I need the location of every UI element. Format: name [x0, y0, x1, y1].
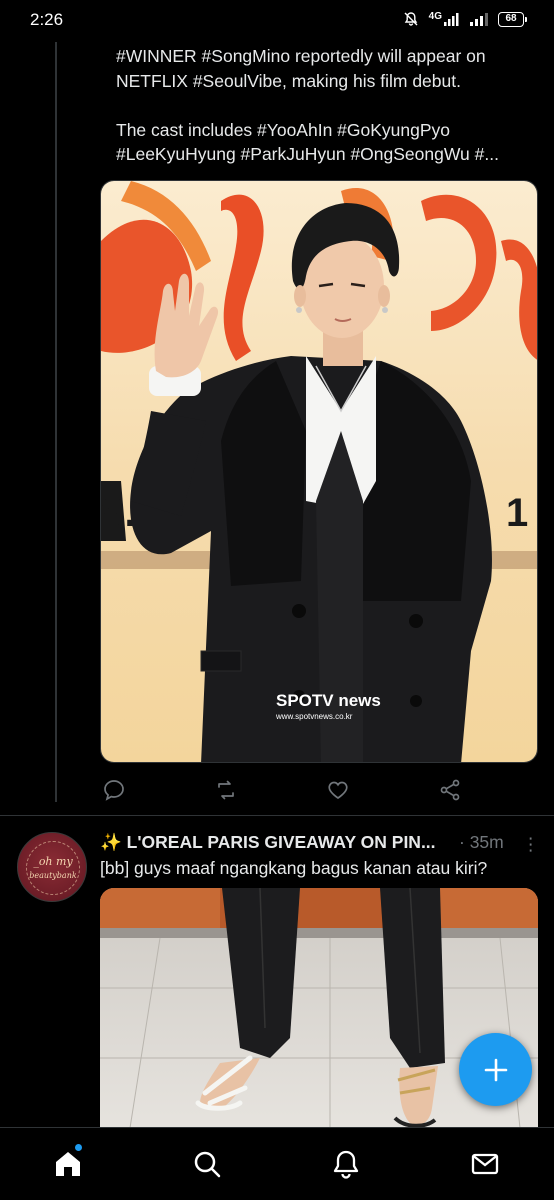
- status-time: 2:26: [30, 10, 64, 29]
- signal-icon-2: [470, 13, 488, 26]
- tweet-divider: [0, 815, 554, 816]
- network-type: 4G: [428, 11, 442, 22]
- search-icon[interactable]: [191, 1148, 223, 1180]
- reply-icon[interactable]: [102, 778, 126, 802]
- status-bar: 2:26 4G 68: [0, 0, 554, 42]
- thread-line: [55, 42, 57, 802]
- battery-icon: 68: [498, 11, 527, 27]
- svg-text:1: 1: [506, 491, 528, 535]
- watermark-url: www.spotvnews.co.kr: [275, 712, 353, 721]
- tweet-text[interactable]: #WINNER #SongMino reportedly will appear…: [116, 44, 536, 167]
- author-name[interactable]: ✨ L'OREAL PARIS GIVEAWAY ON PIN...: [100, 832, 436, 853]
- signal-icon: [444, 13, 459, 26]
- home-icon[interactable]: [52, 1148, 84, 1180]
- bottom-nav: [0, 1127, 554, 1200]
- tweet-text-2[interactable]: [bb] guys maaf ngangkang bagus kanan ata…: [100, 858, 487, 879]
- watermark-brand: SPOTV news: [276, 691, 381, 710]
- retweet-icon[interactable]: [214, 778, 238, 802]
- tweet-media-image[interactable]: 9. 1 SPOTV news www.spotvnews.co.kr: [100, 180, 538, 763]
- tweet-timestamp[interactable]: · 35m: [459, 832, 504, 853]
- more-options-icon[interactable]: ⋮: [522, 834, 540, 855]
- share-icon[interactable]: [438, 778, 462, 802]
- sparkles-emoji: ✨: [100, 832, 122, 852]
- tweet-actions: [102, 778, 462, 802]
- home-new-indicator: [75, 1144, 82, 1151]
- avatar-logo-line2: beautybank: [29, 871, 77, 880]
- messages-icon[interactable]: [469, 1148, 501, 1180]
- compose-button[interactable]: [459, 1033, 532, 1106]
- status-icons: 4G 68: [403, 11, 527, 27]
- avatar[interactable]: _oh my beautybank: [17, 832, 87, 902]
- tweet-header: ✨ L'OREAL PARIS GIVEAWAY ON PIN... · 35m…: [100, 832, 540, 856]
- avatar-logo-line1: _oh my: [33, 855, 73, 868]
- like-icon[interactable]: [326, 778, 350, 802]
- mute-bell-icon: [404, 12, 418, 26]
- avatar-ring: [26, 841, 80, 895]
- compose-plus-icon: [484, 1058, 507, 1081]
- notifications-icon[interactable]: [330, 1148, 362, 1180]
- author-name-text: L'OREAL PARIS GIVEAWAY ON PIN...: [126, 832, 436, 852]
